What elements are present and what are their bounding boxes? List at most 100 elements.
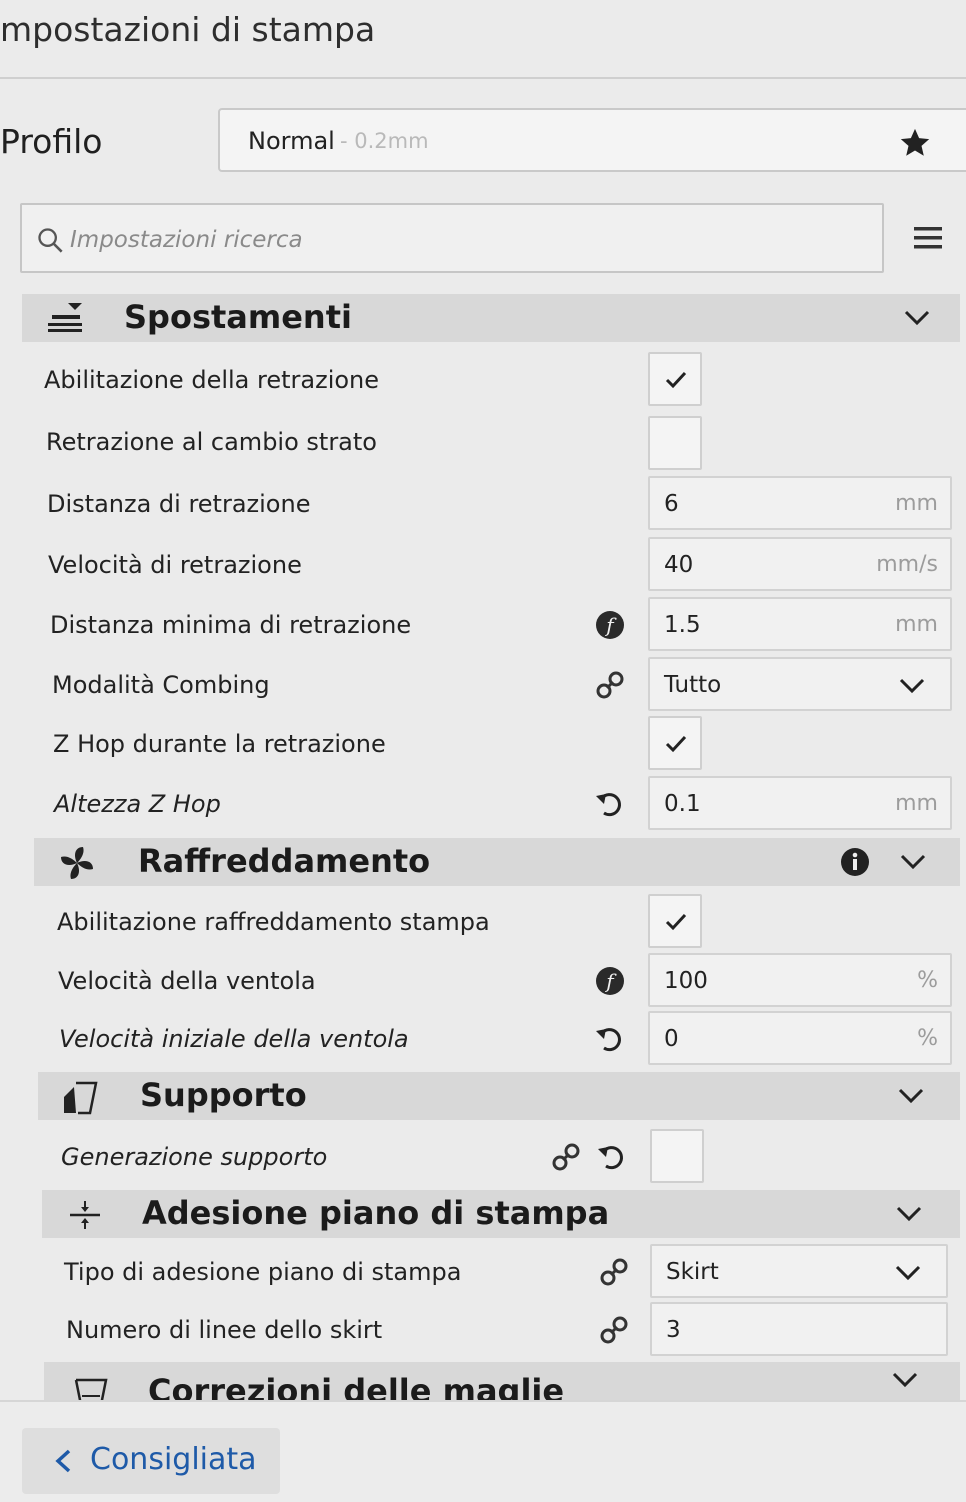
profile-layer-height: - 0.2mm	[340, 129, 429, 153]
setting-label: Velocità della ventola	[58, 967, 316, 995]
check-icon	[665, 735, 687, 753]
setting-label: Distanza minima di retrazione	[50, 611, 412, 639]
hamburger-menu-icon[interactable]	[912, 224, 944, 252]
fan-speed-field[interactable]: 100 %	[648, 953, 952, 1007]
setting-row: Retrazione al cambio strato	[0, 414, 966, 472]
section-header-supporto[interactable]: Supporto	[38, 1072, 960, 1120]
setting-row: Abilitazione della retrazione	[0, 352, 966, 410]
star-icon[interactable]	[898, 126, 932, 160]
adhesion-icon	[70, 1201, 100, 1229]
initial-fan-speed-field[interactable]: 0 %	[648, 1011, 952, 1065]
reset-icon[interactable]	[596, 1141, 628, 1173]
chevron-down-icon[interactable]	[896, 1082, 926, 1108]
retraction-layer-change-checkbox[interactable]	[648, 416, 702, 470]
setting-row: Velocità di retrazione 40 mm/s	[0, 537, 966, 595]
section-title: Spostamenti	[124, 298, 352, 336]
z-hop-checkbox[interactable]	[648, 716, 702, 770]
check-icon	[665, 371, 687, 389]
retraction-speed-field[interactable]: 40 mm/s	[648, 537, 952, 591]
setting-label: Velocità iniziale della ventola	[59, 1025, 409, 1053]
section-header-spostamenti[interactable]: Spostamenti	[22, 294, 960, 342]
link-icon[interactable]	[598, 1314, 630, 1346]
field-unit: %	[917, 1026, 938, 1051]
chevron-down-icon[interactable]	[894, 1200, 924, 1226]
field-unit: %	[917, 968, 938, 993]
fan-icon	[61, 847, 93, 879]
setting-label: Abilitazione della retrazione	[44, 366, 380, 394]
setting-label: Abilitazione raffreddamento stampa	[57, 908, 490, 936]
setting-row: Distanza minima di retrazione f 1.5 mm	[0, 597, 966, 655]
reset-icon[interactable]	[594, 1023, 626, 1055]
travel-icon	[48, 303, 82, 332]
section-header-correzioni[interactable]: Correzioni delle maglie	[44, 1362, 960, 1400]
mesh-fix-icon	[74, 1378, 108, 1400]
setting-row: Z Hop durante la retrazione	[0, 716, 966, 774]
chevron-down-icon	[899, 678, 925, 694]
reset-icon[interactable]	[594, 788, 626, 820]
setting-row: Distanza di retrazione 6 mm	[0, 476, 966, 534]
profile-name: Normal	[248, 127, 335, 155]
setting-label: Z Hop durante la retrazione	[53, 730, 386, 758]
recommended-mode-button[interactable]: Consigliata	[22, 1428, 280, 1494]
cooling-enable-checkbox[interactable]	[648, 894, 702, 948]
setting-row: Velocità della ventola f 100 %	[0, 953, 966, 1011]
section-title: Supporto	[140, 1076, 307, 1114]
field-unit: mm	[895, 612, 938, 637]
chevron-down-icon	[895, 1265, 921, 1281]
back-button-label: Consigliata	[90, 1442, 257, 1477]
setting-row: Modalità Combing Tutto	[0, 657, 966, 715]
chevron-left-icon	[55, 1449, 71, 1473]
setting-row: Velocità iniziale della ventola 0 %	[0, 1011, 966, 1069]
min-retraction-distance-field[interactable]: 1.5 mm	[648, 597, 952, 651]
field-value: 0.1	[664, 791, 701, 817]
profile-selector[interactable]: Normal - 0.2mm	[218, 108, 966, 172]
panel-title: mpostazioni di stampa	[0, 10, 376, 49]
retraction-enable-checkbox[interactable]	[648, 352, 702, 406]
chevron-down-icon[interactable]	[890, 1366, 920, 1392]
select-value: Skirt	[666, 1259, 719, 1285]
setting-row: Altezza Z Hop 0.1 mm	[0, 776, 966, 834]
setting-label: Modalità Combing	[52, 671, 270, 699]
section-title: Adesione piano di stampa	[142, 1194, 610, 1232]
setting-row: Tipo di adesione piano di stampa Skirt	[0, 1244, 966, 1302]
section-header-raffreddamento[interactable]: Raffreddamento	[34, 838, 960, 886]
retraction-distance-field[interactable]: 6 mm	[648, 476, 952, 530]
profile-label: Profilo	[0, 122, 103, 161]
setting-label: Generazione supporto	[61, 1143, 328, 1171]
link-icon[interactable]	[550, 1141, 582, 1173]
field-value: 0	[664, 1026, 679, 1052]
check-icon	[665, 913, 687, 931]
search-icon	[38, 228, 63, 253]
section-title: Raffreddamento	[138, 842, 431, 880]
field-unit: mm	[895, 491, 938, 516]
section-title: Correzioni delle maglie	[148, 1372, 565, 1400]
field-value: 40	[664, 552, 694, 578]
select-value: Tutto	[664, 672, 722, 698]
function-icon[interactable]: f	[594, 965, 626, 997]
section-header-adesione[interactable]: Adesione piano di stampa	[42, 1190, 960, 1238]
field-value: 6	[664, 491, 679, 517]
search-box[interactable]	[20, 203, 884, 273]
setting-row: Numero di linee dello skirt 3	[0, 1302, 966, 1360]
link-icon[interactable]	[598, 1256, 630, 1288]
setting-label: Numero di linee dello skirt	[66, 1316, 383, 1344]
title-divider	[0, 77, 966, 79]
field-unit: mm	[895, 791, 938, 816]
setting-label: Altezza Z Hop	[54, 790, 221, 818]
skirt-line-count-field[interactable]: 3	[650, 1302, 948, 1356]
support-generation-checkbox[interactable]	[650, 1129, 704, 1183]
link-icon[interactable]	[594, 669, 626, 701]
function-icon[interactable]: f	[594, 609, 626, 641]
info-icon[interactable]	[840, 847, 870, 877]
field-value: 100	[664, 968, 708, 994]
adhesion-type-select[interactable]: Skirt	[650, 1244, 948, 1298]
combing-mode-select[interactable]: Tutto	[648, 657, 952, 711]
z-hop-height-field[interactable]: 0.1 mm	[648, 776, 952, 830]
setting-label: Distanza di retrazione	[47, 490, 311, 518]
setting-label: Velocità di retrazione	[48, 551, 302, 579]
search-input[interactable]	[68, 221, 852, 259]
setting-row: Abilitazione raffreddamento stampa	[0, 894, 966, 952]
chevron-down-icon[interactable]	[902, 304, 932, 330]
field-unit: mm/s	[876, 552, 938, 577]
chevron-down-icon[interactable]	[898, 848, 928, 874]
